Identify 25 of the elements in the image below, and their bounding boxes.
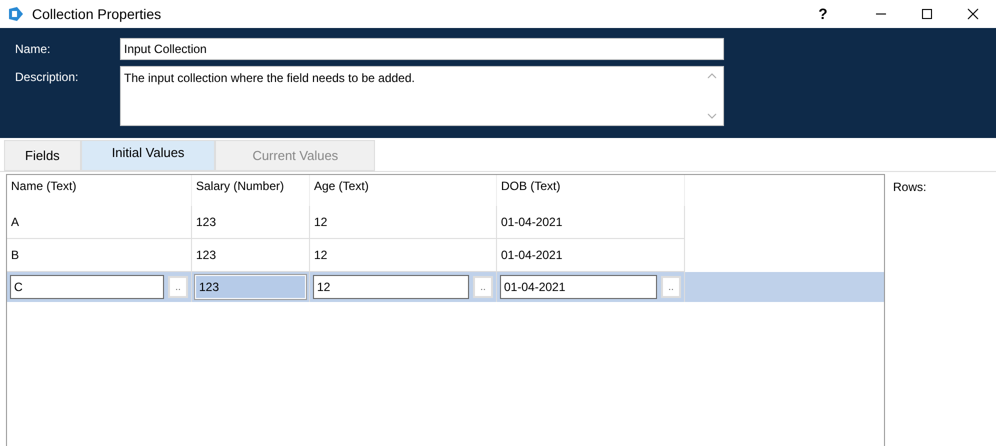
table-cell: 123 [192, 206, 310, 239]
name-field[interactable]: Input Collection [120, 38, 724, 60]
description-label: Description: [15, 69, 80, 84]
browse-button[interactable]: .. [473, 276, 493, 298]
column-header[interactable]: Name (Text) [7, 175, 192, 206]
name-label: Name: [15, 41, 52, 56]
table-cell: 01-04-2021 [497, 206, 685, 239]
cell-input[interactable]: 123 [195, 275, 306, 299]
cell-input[interactable]: 12 [313, 275, 469, 299]
tab[interactable]: Fields [4, 140, 81, 171]
cell-input[interactable]: 01-04-2021 [500, 275, 657, 299]
close-icon[interactable] [967, 8, 979, 20]
column-header[interactable]: Age (Text) [310, 175, 497, 206]
browse-button[interactable]: .. [168, 276, 188, 298]
tab[interactable]: Initial Values [80, 140, 216, 171]
table-cell: 12 [310, 206, 497, 239]
column-header[interactable]: Salary (Number) [192, 175, 310, 206]
maximize-icon[interactable] [921, 8, 933, 20]
app-icon [8, 6, 24, 22]
browse-button[interactable]: .. [661, 276, 681, 298]
column-header[interactable]: DOB (Text) [497, 175, 685, 206]
window-title: Collection Properties [32, 6, 162, 22]
table-cell: A [7, 206, 192, 239]
rows-label: Rows: [893, 180, 926, 194]
cell-input[interactable]: C [10, 275, 164, 299]
